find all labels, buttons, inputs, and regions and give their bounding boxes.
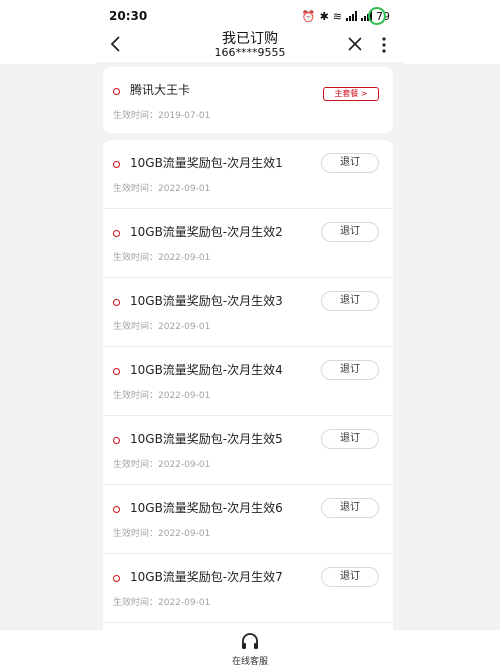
bullet-icon [113,506,120,513]
bullet-icon [113,299,120,306]
main-plan-badge[interactable]: 主套餐 > [323,87,379,101]
addon-name: 10GB流量奖励包-次月生效4 [130,363,283,377]
list-item: 10GB流量奖励包-次月生效3 生效时间：2022-09-01 退订 [103,278,393,347]
list-item: 10GB流量奖励包-次月生效1 生效时间：2022-09-01 退订 [103,140,393,209]
close-icon[interactable] [346,35,364,53]
addon-name: 10GB流量奖励包-次月生效3 [130,294,283,308]
list-item: 10GB流量奖励包-次月生效2 生效时间：2022-09-01 退订 [103,209,393,278]
divider [103,622,393,623]
bullet-icon [113,88,120,95]
addon-name: 10GB流量奖励包-次月生效7 [130,570,283,584]
bullet-icon [113,575,120,582]
bluetooth-icon: ✱ [319,9,329,23]
bullet-icon [113,161,120,168]
list-item: 10GB流量奖励包-次月生效6 生效时间：2022-09-01 退订 [103,485,393,554]
unsubscribe-button[interactable]: 退订 [321,291,379,311]
bullet-icon [113,368,120,375]
alarm-icon: ⏰ [301,9,316,23]
addon-name: 10GB流量奖励包-次月生效6 [130,501,283,515]
list-item: 10GB流量奖励包-次月生效4 生效时间：2022-09-01 退订 [103,347,393,416]
more-icon[interactable] [380,35,388,55]
unsubscribe-button[interactable]: 退订 [321,360,379,380]
headset-icon[interactable] [240,632,260,652]
addon-date: 生效时间：2022-09-01 [113,529,211,539]
subscription-list[interactable]: 腾讯大王卡 生效时间：2019-07-01 主套餐 > 10GB流量奖励包-次月… [96,62,404,630]
main-plan-card: 腾讯大王卡 生效时间：2019-07-01 主套餐 > [103,67,393,133]
header: 我已订购 166****9555 [0,28,500,64]
addon-card: 10GB流量奖励包-次月生效1 生效时间：2022-09-01 退订 10GB流… [103,140,393,630]
unsubscribe-button[interactable]: 退订 [321,498,379,518]
list-item: 10GB流量奖励包-次月生效5 生效时间：2022-09-01 退订 [103,416,393,485]
page: 20:30 ⏰ ✱ ≋ 79 我已订购 166****9555 腾讯大王卡 生效… [0,0,500,666]
unsubscribe-button[interactable]: 退订 [321,222,379,242]
list-item: 10GB流量奖励包-次月生效7 生效时间：2022-09-01 退订 [103,554,393,623]
unsubscribe-button[interactable]: 退订 [321,429,379,449]
online-service-label[interactable]: 在线客服 [200,654,300,666]
addon-date: 生效时间：2022-09-01 [113,253,211,263]
main-plan-item: 腾讯大王卡 生效时间：2019-07-01 主套餐 > [103,67,393,133]
bullet-icon [113,230,120,237]
unsubscribe-button[interactable]: 退订 [321,153,379,173]
back-arrow-icon[interactable] [106,34,126,54]
plan-date: 生效时间：2019-07-01 [113,111,211,121]
page-title: 我已订购 [222,31,278,47]
addon-date: 生效时间：2022-09-01 [113,322,211,332]
unsubscribe-button[interactable]: 退订 [321,567,379,587]
phone-number: 166****9555 [214,46,286,59]
battery-icon [368,7,386,25]
wifi-icon: ≋ [332,9,342,23]
addon-date: 生效时间：2022-09-01 [113,391,211,401]
addon-name: 10GB流量奖励包-次月生效1 [130,156,283,170]
addon-name: 10GB流量奖励包-次月生效2 [130,225,283,239]
status-time: 20:30 [109,9,148,23]
bullet-icon [113,437,120,444]
plan-name: 腾讯大王卡 [130,83,191,97]
signal-icon [346,11,357,21]
addon-date: 生效时间：2022-09-01 [113,184,211,194]
addon-name: 10GB流量奖励包-次月生效5 [130,432,283,446]
addon-date: 生效时间：2022-09-01 [113,598,211,608]
addon-date: 生效时间：2022-09-01 [113,460,211,470]
bottom-bar: 在线客服 [0,630,500,666]
